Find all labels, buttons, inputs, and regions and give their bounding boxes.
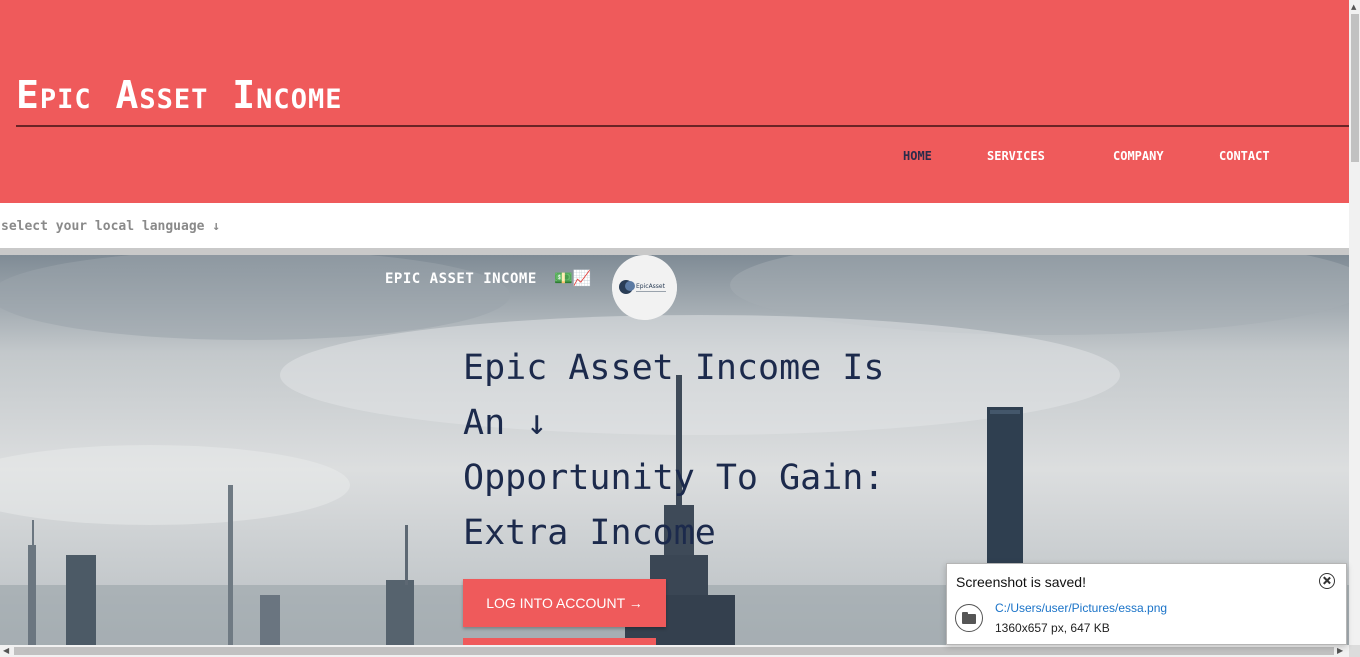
screenshot-saved-toast: Screenshot is saved! C:/Users/user/Pictu… [946,563,1347,645]
login-account-button[interactable]: LOG INTO ACCOUNT → [463,579,666,627]
scroll-right-arrow-icon[interactable]: ▶ [1337,646,1343,655]
money-chart-icon: 💵📈 [554,269,592,287]
site-header: Epic Asset Income HOME SERVICES COMPANY … [0,0,1349,203]
nav-contact-link[interactable]: CONTACT [1219,148,1270,164]
language-bar: select your local language ↓ [0,203,1349,248]
scrollbar-corner [1349,645,1360,657]
horizontal-scroll-thumb[interactable] [14,647,1334,655]
toast-title: Screenshot is saved! [956,574,1086,590]
headline-line-3: Opportunity To Gain: [463,458,885,498]
nav-services-link[interactable]: SERVICES [987,148,1045,164]
company-logo[interactable]: EpicAsset [612,255,677,320]
language-select-label[interactable]: select your local language ↓ [1,219,220,234]
hero-brand-text: EPIC ASSET INCOME [385,271,537,287]
vertical-scrollbar[interactable]: ▲ [1349,0,1360,645]
header-divider [16,125,1349,127]
headline-line-1: Epic Asset Income Is [463,348,885,388]
toast-file-path-link[interactable]: C:/Users/user/Pictures/essa.png [995,601,1167,615]
scroll-up-arrow-icon[interactable]: ▲ [1351,3,1356,11]
nav-company-link[interactable]: COMPANY [1113,148,1164,164]
scroll-left-arrow-icon[interactable]: ◀ [3,646,9,655]
folder-icon[interactable] [955,604,983,632]
nav-home-link[interactable]: HOME [903,148,932,164]
site-title[interactable]: Epic Asset Income [16,70,342,120]
logo-mark-icon: EpicAsset [612,255,677,320]
headline-line-2: An ↓ [463,403,548,443]
horizontal-scrollbar[interactable]: ◀ ▶ [0,645,1349,657]
hero-headline: Epic Asset Income Is An ↓ Opportunity To… [463,341,933,561]
close-icon[interactable] [1319,573,1335,589]
main-nav: HOME SERVICES COMPANY CONTACT [0,148,1349,164]
secondary-button[interactable] [463,638,656,645]
toast-file-meta: 1360x657 px, 647 KB [995,621,1110,635]
language-bar-divider [0,248,1349,255]
vertical-scroll-thumb[interactable] [1351,14,1359,162]
headline-line-4: Extra Income [463,513,716,553]
logo-text: EpicAsset [636,283,666,290]
